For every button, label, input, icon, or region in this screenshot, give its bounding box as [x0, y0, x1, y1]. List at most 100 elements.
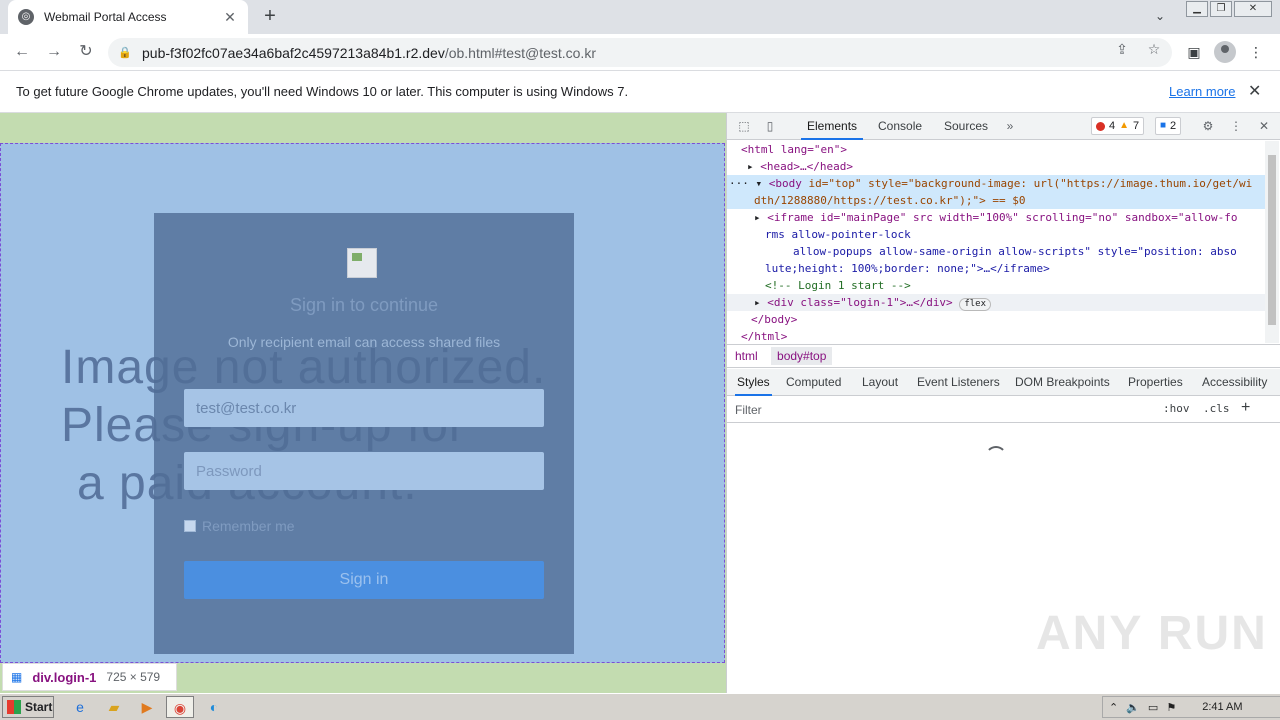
dom-html-tag: <html lang="en"> [741, 143, 847, 156]
infobar-message: To get future Google Chrome updates, you… [16, 84, 629, 99]
chrome-icon[interactable]: ◉ [166, 696, 194, 718]
tab-search-icon[interactable]: ⌄ [1150, 6, 1170, 26]
dom-scrollbar[interactable] [1265, 141, 1279, 343]
ie-icon[interactable]: e [66, 696, 94, 718]
tab-event-listeners[interactable]: Event Listeners [915, 369, 1002, 396]
learn-more-link[interactable]: Learn more [1169, 84, 1235, 99]
tab-dom-breakpoints[interactable]: DOM Breakpoints [1013, 369, 1112, 396]
new-tab-button[interactable]: + [258, 5, 282, 29]
windows-taskbar: Start e ▰ ▶ ◉ ◐ ⌃ 🔈 ▭ ⚑ 2:41 AM [0, 693, 1280, 720]
dom-line[interactable]: ▸ <head>…</head> [727, 158, 1265, 175]
dom-line[interactable]: </body> [727, 311, 1265, 328]
globe-icon: ◎ [18, 9, 34, 25]
side-panel-icon[interactable]: ▣ [1182, 40, 1206, 64]
inspect-tooltip: ▦ div.login-1 725 × 579 [2, 663, 177, 691]
dom-line[interactable]: lute;height: 100%;border: none;">…</ifra… [727, 260, 1265, 277]
dom-line[interactable]: allow-popups allow-same-origin allow-scr… [727, 243, 1265, 260]
share-icon[interactable]: ⇪ [1112, 39, 1132, 59]
remember-me[interactable]: Remember me [184, 518, 295, 534]
tab-console[interactable]: Console [872, 113, 928, 140]
clock[interactable]: 2:41 AM [1202, 701, 1242, 713]
profile-avatar[interactable] [1214, 41, 1236, 63]
folder-icon[interactable]: ▰ [100, 696, 128, 718]
devtools-close-icon[interactable]: ✕ [1255, 117, 1273, 135]
tab-styles[interactable]: Styles [735, 369, 772, 396]
media-player-icon[interactable]: ▶ [133, 696, 161, 718]
tab-strip: ◎ Webmail Portal Access ✕ + ⌄ ▁ ❐ ✕ [0, 0, 1280, 34]
dom-head-tag: <head>…</head> [760, 160, 853, 173]
url-host: pub-f3f02fc07ae34a6baf2c4597213a84b1.r2.… [142, 44, 445, 61]
window-controls: ▁ ❐ ✕ [1186, 1, 1272, 17]
tab-accessibility[interactable]: Accessibility [1200, 369, 1269, 396]
page-viewport: Image not authorized. Please sign-up for… [0, 113, 726, 693]
error-icon [1096, 121, 1105, 131]
login-panel: Sign in to continue Only recipient email… [154, 213, 574, 654]
network-icon[interactable]: ▭ [1148, 701, 1158, 714]
crumb-html[interactable]: html [735, 349, 758, 363]
volume-icon[interactable]: 🔈 [1126, 701, 1140, 714]
sign-in-button[interactable]: Sign in [184, 561, 544, 599]
settings-gear-icon[interactable]: ⚙ [1199, 117, 1217, 135]
broken-image-icon [347, 248, 377, 278]
forward-arrow-icon[interactable]: → [42, 40, 66, 64]
dom-body-attrs: id="top" style="background-image: url("h… [808, 177, 1253, 190]
scrollbar-thumb[interactable] [1268, 155, 1276, 325]
more-tabs-icon[interactable]: » [1001, 117, 1019, 135]
tab-layout[interactable]: Layout [860, 369, 900, 396]
dom-login-div: <div class="login-1">…</div> [767, 296, 953, 309]
cls-toggle[interactable]: .cls [1203, 402, 1230, 415]
tab-close-icon[interactable]: ✕ [222, 9, 238, 26]
messages-badge[interactable]: ■ 2 [1155, 117, 1182, 135]
address-bar[interactable]: 🔒 pub-f3f02fc07ae34a6baf2c4597213a84b1.r… [108, 38, 1172, 67]
edge-icon[interactable]: ◐ [200, 696, 228, 718]
styles-filter-input[interactable] [731, 400, 1155, 420]
dom-line-selected[interactable]: dth/1288880/https://test.co.kr");"> == $… [727, 192, 1265, 209]
tab-sources[interactable]: Sources [938, 113, 994, 140]
tab-properties[interactable]: Properties [1126, 369, 1185, 396]
restore-button[interactable]: ❐ [1210, 1, 1232, 17]
reload-icon[interactable]: ↻ [74, 40, 98, 64]
tab-computed[interactable]: Computed [784, 369, 843, 396]
tab-elements[interactable]: Elements [801, 113, 864, 140]
windows-logo-icon [7, 700, 21, 714]
grid-icon: ▦ [11, 670, 23, 684]
loading-spinner-icon [985, 446, 1007, 468]
email-field[interactable] [184, 389, 544, 427]
new-style-rule-icon[interactable]: + [1241, 399, 1250, 417]
tab-title: Webmail Portal Access [44, 10, 167, 24]
bookmark-star-icon[interactable]: ☆ [1144, 39, 1164, 59]
warning-count: 7 [1133, 120, 1140, 132]
minimize-button[interactable]: ▁ [1186, 1, 1208, 17]
crumb-body[interactable]: body#top [771, 347, 833, 365]
issues-badge[interactable]: 4 ▲ 7 [1091, 117, 1145, 135]
remember-checkbox[interactable] [184, 520, 196, 532]
back-arrow-icon[interactable]: ← [10, 40, 34, 64]
devtools-menu-icon[interactable]: ⋮ [1227, 117, 1245, 135]
dom-line[interactable]: <!-- Login 1 start --> [727, 277, 1265, 294]
tooltip-dimensions: 725 × 579 [106, 670, 161, 684]
dom-iframe-tag: <iframe id="mainPage" src width="100%" s… [767, 211, 1238, 224]
password-field[interactable] [184, 452, 544, 490]
dom-line[interactable]: <html lang="en"> [727, 141, 1265, 158]
device-toolbar-icon[interactable]: ▯ [761, 117, 779, 135]
lock-icon[interactable]: 🔒 [118, 46, 132, 59]
dom-line[interactable]: </html> [727, 328, 1265, 343]
tooltip-selector: div.login-1 [32, 669, 97, 685]
infobar-close-icon[interactable]: ✕ [1248, 81, 1261, 101]
start-button[interactable]: Start [2, 696, 54, 718]
dom-line[interactable]: rms allow-pointer-lock [727, 226, 1265, 243]
action-center-flag-icon[interactable]: ⚑ [1166, 701, 1176, 714]
login-subheading: Only recipient email can access shared f… [227, 334, 501, 350]
flex-badge[interactable]: flex [959, 298, 991, 311]
dom-line-selected[interactable]: ··· ▾ <body id="top" style="background-i… [727, 175, 1265, 192]
hov-toggle[interactable]: :hov [1163, 402, 1190, 415]
window-close-button[interactable]: ✕ [1234, 1, 1272, 17]
menu-kebab-icon[interactable]: ⋮ [1244, 40, 1268, 64]
tray-expand-icon[interactable]: ⌃ [1109, 701, 1118, 714]
browser-tab[interactable]: ◎ Webmail Portal Access ✕ [8, 0, 248, 34]
dom-line[interactable]: ▸ <div class="login-1">…</div> flex [727, 294, 1265, 311]
dom-line[interactable]: ▸ <iframe id="mainPage" src width="100%"… [727, 209, 1265, 226]
dom-body-close: </body> [751, 313, 798, 326]
inspect-element-icon[interactable]: ⬚ [735, 117, 753, 135]
dom-iframe-attrs: allow-popups allow-same-origin allow-scr… [793, 245, 1237, 258]
